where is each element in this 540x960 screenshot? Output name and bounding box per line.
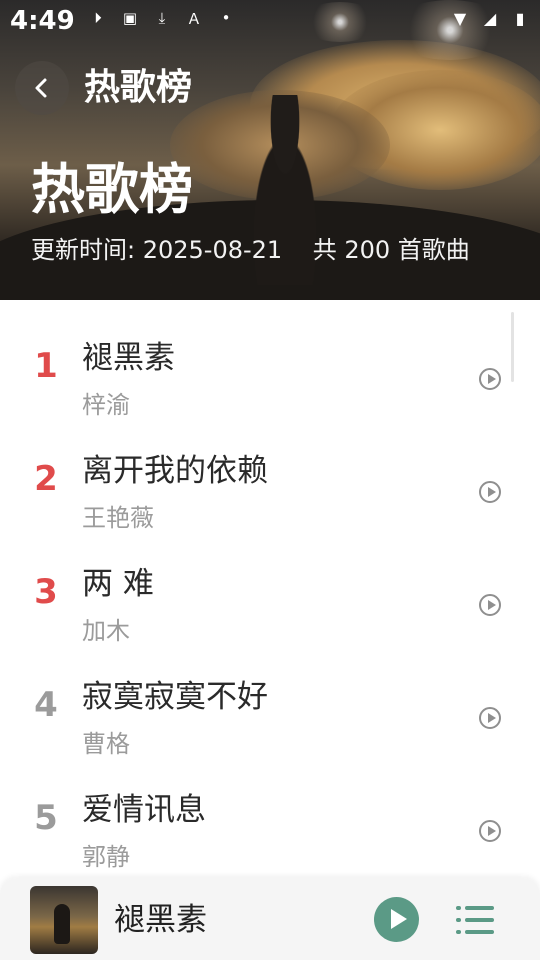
mini-player[interactable]: 褪黑素 bbox=[0, 878, 540, 960]
now-playing-title: 褪黑素 bbox=[114, 902, 207, 938]
chevron-left-icon bbox=[35, 78, 47, 98]
artist-name: 王艳薇 bbox=[82, 504, 154, 532]
download-icon: ⤓ bbox=[158, 9, 166, 27]
artist-name: 郭静 bbox=[82, 843, 130, 871]
song-title: 离开我的依赖 bbox=[82, 453, 268, 489]
rank-number: 2 bbox=[34, 459, 58, 499]
rank-number: 4 bbox=[34, 685, 58, 725]
artist-name: 曹格 bbox=[82, 730, 130, 758]
dot-icon: • bbox=[221, 9, 231, 27]
chart-update-info: 更新时间: 2025-08-21 共 200 首歌曲 bbox=[31, 236, 470, 264]
play-circle-icon[interactable] bbox=[479, 707, 501, 729]
playlist-button[interactable] bbox=[456, 905, 494, 935]
rank-number: 5 bbox=[34, 798, 58, 838]
song-title: 两 难 bbox=[82, 566, 154, 602]
artist-name: 梓渝 bbox=[82, 391, 130, 419]
play-circle-icon[interactable] bbox=[479, 820, 501, 842]
play-circle-icon[interactable] bbox=[479, 594, 501, 616]
play-circle-icon[interactable] bbox=[479, 368, 501, 390]
signal-icon: ◢ bbox=[483, 8, 497, 28]
status-bar: 4:49 ⏵ ▣ ⤓ Ａ • ▼ ◢ ▮ bbox=[0, 0, 540, 44]
chart-title: 热歌榜 bbox=[31, 158, 193, 221]
status-time: 4:49 bbox=[10, 6, 75, 36]
play-button[interactable] bbox=[374, 897, 419, 942]
image-icon: ▣ bbox=[122, 9, 138, 27]
song-title: 寂寞寂寞不好 bbox=[82, 679, 268, 715]
rank-number: 3 bbox=[34, 572, 58, 612]
media-play-icon: ⏵ bbox=[94, 9, 102, 27]
page-title: 热歌榜 bbox=[84, 67, 193, 108]
list-item[interactable]: 4 寂寞寂寞不好 曹格 bbox=[0, 651, 540, 764]
artist-name: 加木 bbox=[82, 617, 130, 645]
font-icon: Ａ bbox=[186, 9, 202, 28]
back-button[interactable] bbox=[15, 61, 69, 115]
battery-icon: ▮ bbox=[515, 8, 525, 28]
list-item[interactable]: 2 离开我的依赖 王艳薇 bbox=[0, 425, 540, 538]
play-circle-icon[interactable] bbox=[479, 481, 501, 503]
list-item[interactable]: 3 两 难 加木 bbox=[0, 538, 540, 651]
song-title: 褪黑素 bbox=[82, 340, 175, 376]
album-cover[interactable] bbox=[30, 886, 98, 954]
rank-number: 1 bbox=[34, 346, 58, 386]
list-item[interactable]: 5 爱情讯息 郭静 bbox=[0, 764, 540, 877]
wifi-icon: ▼ bbox=[453, 8, 467, 28]
song-title: 爱情讯息 bbox=[82, 792, 206, 828]
list-item[interactable]: 1 褪黑素 梓渝 bbox=[0, 312, 540, 425]
